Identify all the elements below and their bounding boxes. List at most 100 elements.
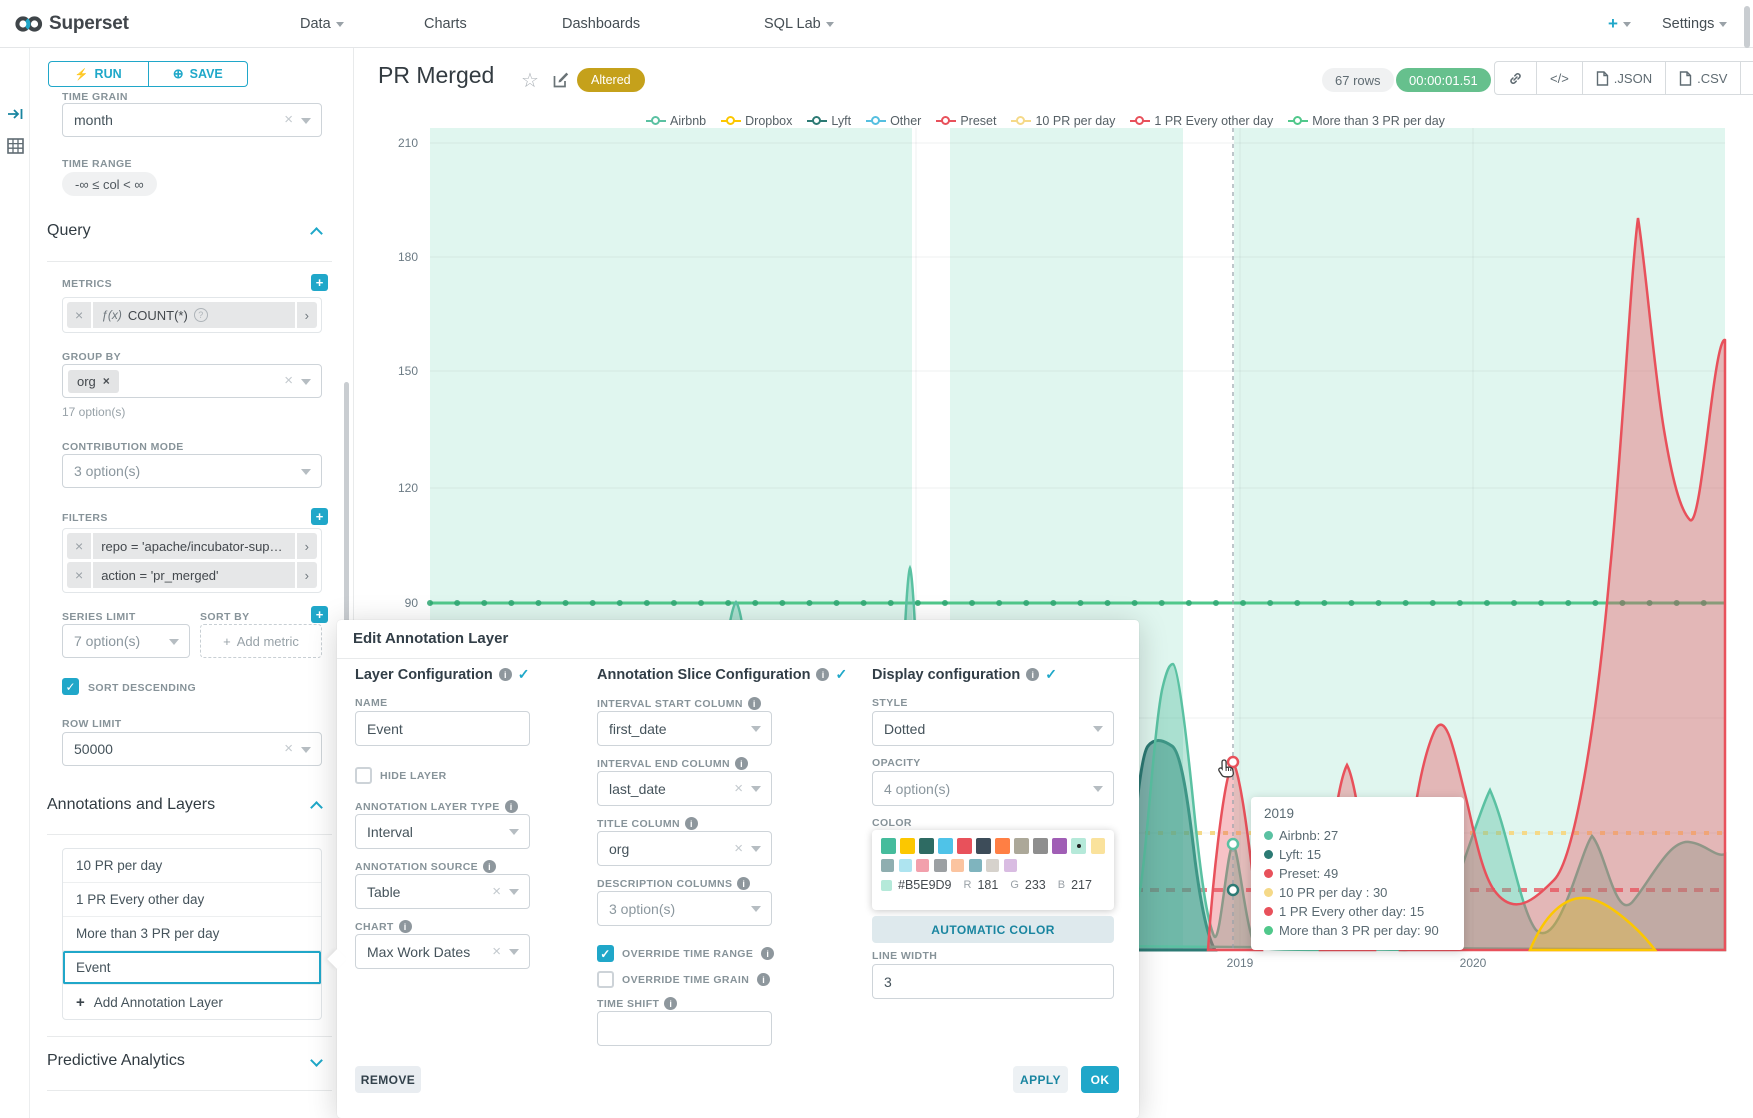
chart-select[interactable]: Max Work Dates×	[355, 934, 530, 969]
color-swatch[interactable]	[934, 859, 947, 872]
info-icon[interactable]: i	[1026, 668, 1039, 681]
collapse-panel-icon[interactable]	[7, 106, 24, 122]
legend-item[interactable]: 1 PR Every other day	[1130, 114, 1273, 128]
save-button[interactable]: ⊕SAVE	[149, 62, 248, 86]
override-time-range-row[interactable]: ✓ OVERRIDE TIME RANGEi	[597, 945, 774, 962]
collapse-chevron-icon[interactable]	[310, 801, 323, 814]
info-icon[interactable]: i	[399, 920, 412, 933]
metric-chip[interactable]: × ƒ(x) COUNT(*) ? ›	[67, 302, 317, 328]
color-swatch[interactable]	[969, 859, 982, 872]
color-swatch[interactable]	[1052, 838, 1067, 854]
edit-title-icon[interactable]	[552, 71, 570, 89]
info-icon[interactable]: i	[505, 800, 518, 813]
style-select[interactable]: Dotted	[872, 711, 1114, 746]
window-scrollbar[interactable]	[1744, 6, 1750, 48]
row-limit-select[interactable]: 50000 ×	[62, 732, 322, 766]
info-icon[interactable]: i	[748, 697, 761, 710]
remove-filter-icon[interactable]: ×	[67, 562, 91, 588]
color-swatch[interactable]	[881, 838, 896, 854]
time-shift-input[interactable]	[597, 1011, 772, 1046]
annotation-layer-item-selected[interactable]: Event	[63, 951, 321, 985]
legend-item[interactable]: Lyft	[807, 114, 851, 128]
color-swatch[interactable]	[1033, 838, 1048, 854]
clear-icon[interactable]: ×	[284, 740, 293, 757]
clear-icon[interactable]: ×	[492, 943, 501, 960]
add-annotation-layer[interactable]: +Add Annotation Layer	[63, 985, 321, 1019]
annotation-layer-item[interactable]: 1 PR Every other day	[63, 883, 321, 917]
info-icon[interactable]: i	[664, 997, 677, 1010]
remove-metric-icon[interactable]: ×	[67, 302, 91, 328]
interval-end-select[interactable]: last_date×	[597, 771, 772, 806]
superset-logo[interactable]: Superset	[14, 0, 129, 48]
info-icon[interactable]: i	[737, 877, 750, 890]
color-swatch[interactable]	[951, 859, 964, 872]
run-button[interactable]: ⚡RUN	[49, 62, 149, 86]
expand-filter-icon[interactable]: ›	[297, 562, 317, 588]
annotation-layer-item[interactable]: 10 PR per day	[63, 849, 321, 883]
ok-button[interactable]: OK	[1081, 1066, 1119, 1093]
legend-item[interactable]: 10 PR per day	[1011, 114, 1115, 128]
override-time-grain-row[interactable]: OVERRIDE TIME GRAINi	[597, 971, 770, 988]
opacity-select[interactable]: 4 option(s)	[872, 771, 1114, 806]
filter-chip[interactable]: × action = 'pr_merged' ›	[67, 562, 317, 588]
nav-item-sql-lab[interactable]: SQL Lab	[764, 0, 834, 48]
expand-chevron-icon[interactable]	[310, 1054, 323, 1067]
group-by-select[interactable]: org× ×	[62, 364, 322, 398]
sort-descending-checkbox[interactable]: ✓	[62, 678, 79, 695]
override-time-range-checkbox[interactable]: ✓	[597, 945, 614, 962]
remove-button[interactable]: REMOVE	[355, 1066, 421, 1093]
contribution-mode-select[interactable]: 3 option(s)	[62, 454, 322, 488]
new-item-button[interactable]: +	[1608, 0, 1631, 48]
collapse-chevron-icon[interactable]	[310, 227, 323, 240]
info-icon[interactable]: i	[757, 973, 770, 986]
time-range-pill[interactable]: -∞ ≤ col < ∞	[62, 172, 157, 196]
add-filter-button[interactable]: +	[311, 508, 328, 525]
color-swatch[interactable]	[900, 838, 915, 854]
legend-item[interactable]: Dropbox	[721, 114, 792, 128]
color-swatch[interactable]	[899, 859, 912, 872]
color-swatch[interactable]	[976, 838, 991, 854]
color-swatch[interactable]	[995, 838, 1010, 854]
override-time-grain-checkbox[interactable]	[597, 971, 614, 988]
automatic-color-button[interactable]: AUTOMATIC COLOR	[872, 916, 1114, 943]
apply-button[interactable]: APPLY	[1013, 1066, 1068, 1093]
legend-item[interactable]: Airbnb	[646, 114, 706, 128]
legend-item[interactable]: Other	[866, 114, 921, 128]
nav-item-charts[interactable]: Charts	[424, 0, 467, 48]
info-icon[interactable]: i	[816, 668, 829, 681]
series-limit-select[interactable]: 7 option(s)	[62, 624, 190, 658]
hide-layer-checkbox[interactable]	[355, 767, 372, 784]
info-icon[interactable]: i	[483, 860, 496, 873]
color-swatch[interactable]	[881, 859, 894, 872]
nav-item-dashboards[interactable]: Dashboards	[562, 0, 640, 48]
sort-by-add-metric[interactable]: +Add metric	[200, 624, 322, 658]
filter-chip[interactable]: × repo = 'apache/incubator-supers... ›	[67, 533, 317, 559]
info-icon[interactable]: i	[499, 668, 512, 681]
datasource-grid-icon[interactable]	[7, 138, 24, 154]
remove-chip-icon[interactable]: ×	[103, 374, 110, 388]
nav-item-data[interactable]: Data	[300, 0, 344, 48]
annotation-source-select[interactable]: Table×	[355, 874, 530, 909]
color-swatch[interactable]	[957, 838, 972, 854]
clear-icon[interactable]: ×	[284, 111, 293, 128]
color-swatch-selected[interactable]	[1071, 838, 1086, 854]
altered-badge[interactable]: Altered	[577, 68, 645, 92]
color-swatch[interactable]	[938, 838, 953, 854]
info-icon[interactable]: i	[685, 817, 698, 830]
clear-icon[interactable]: ×	[284, 372, 293, 389]
add-sort-metric-button[interactable]: +	[311, 606, 328, 623]
clear-icon[interactable]: ×	[492, 883, 501, 900]
line-width-input[interactable]	[872, 964, 1114, 999]
title-column-select[interactable]: org×	[597, 831, 772, 866]
color-swatch[interactable]	[1004, 859, 1017, 872]
info-icon[interactable]: i	[735, 757, 748, 770]
name-input[interactable]	[355, 711, 530, 746]
settings-menu[interactable]: Settings	[1662, 0, 1727, 48]
color-swatch[interactable]	[916, 859, 929, 872]
color-swatch[interactable]	[1091, 838, 1106, 854]
clear-icon[interactable]: ×	[734, 840, 743, 857]
interval-start-select[interactable]: first_date	[597, 711, 772, 746]
expand-filter-icon[interactable]: ›	[297, 533, 317, 559]
legend-item[interactable]: More than 3 PR per day	[1288, 114, 1445, 128]
remove-filter-icon[interactable]: ×	[67, 533, 91, 559]
